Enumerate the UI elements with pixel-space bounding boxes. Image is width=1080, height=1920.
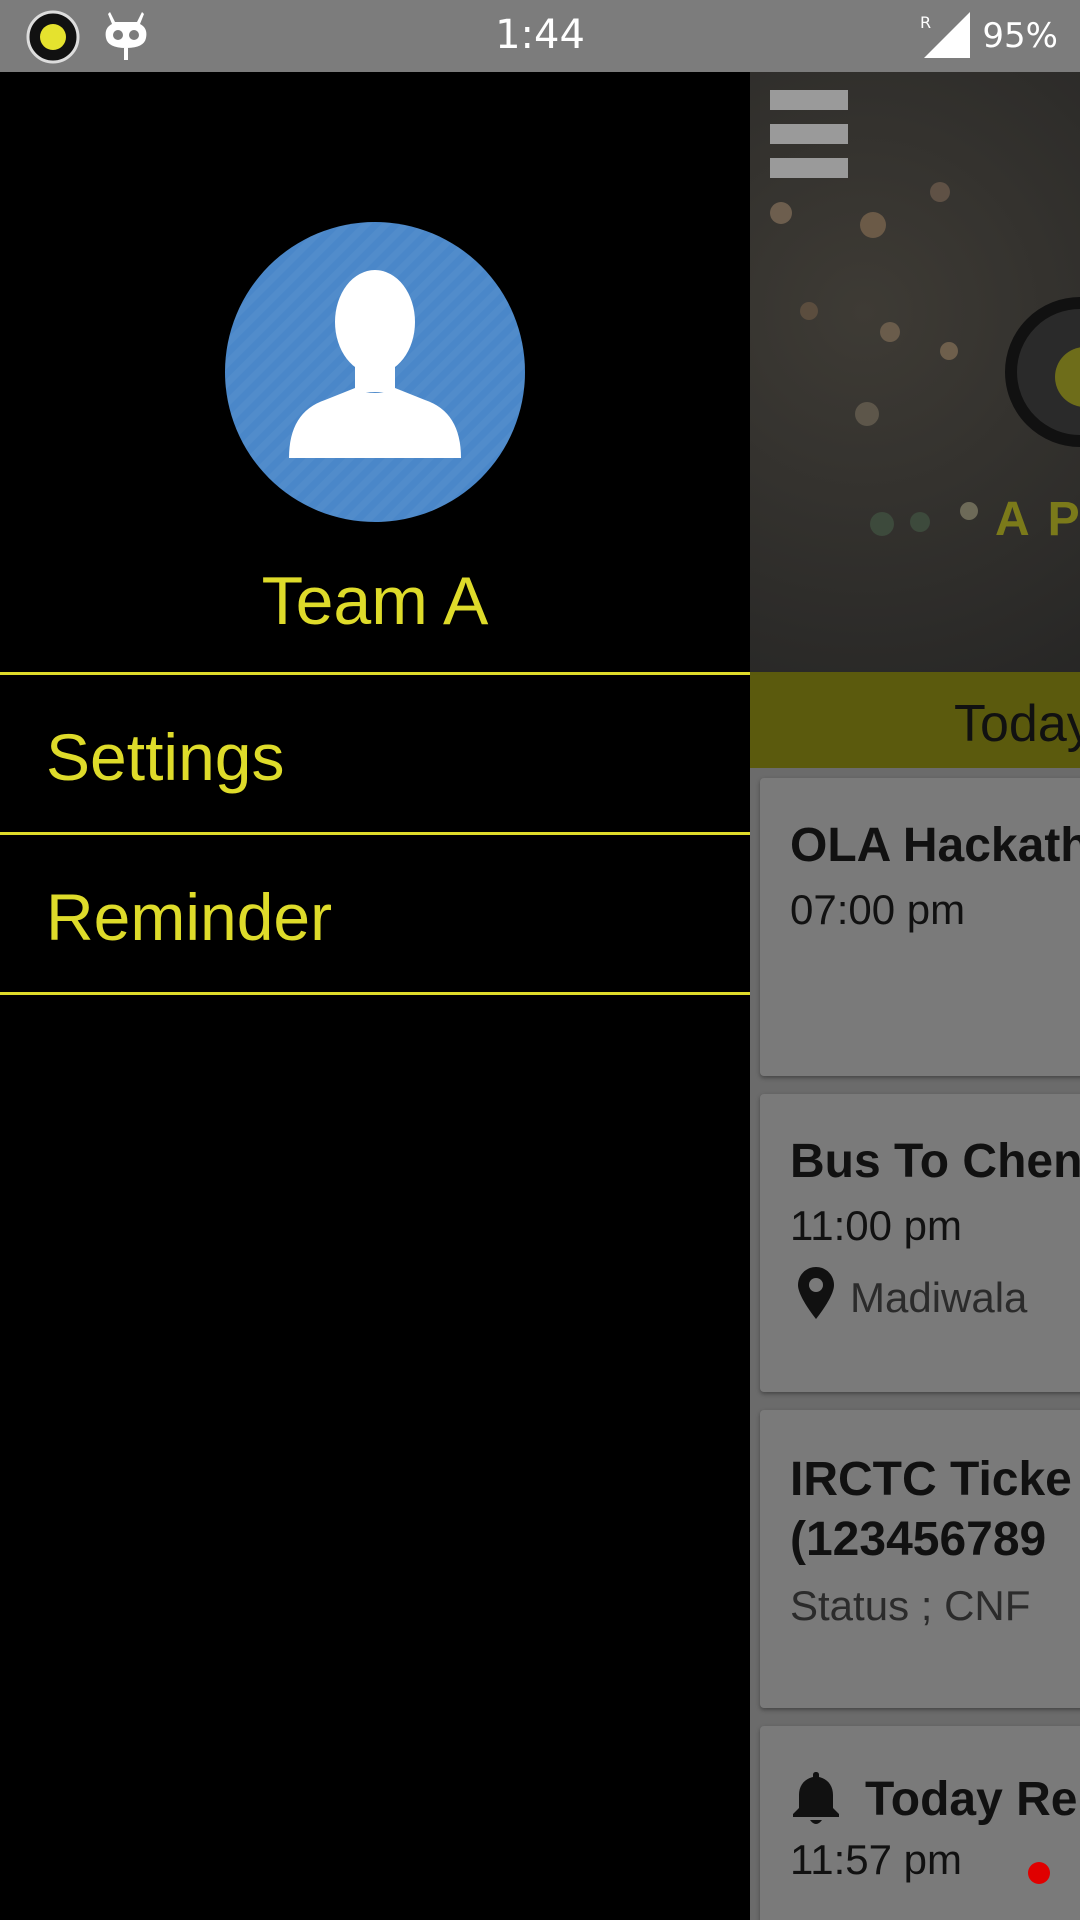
reminder-time: 11:57 pm (790, 1836, 962, 1883)
reminder-title: Today Re (865, 1773, 1078, 1826)
location-pin-icon (798, 1267, 834, 1319)
event-title: IRCTC Ticke (790, 1453, 1072, 1506)
event-time: 07:00 pm (790, 886, 966, 933)
event-card[interactable]: Bus To Chen 11:00 pm Madiwala (760, 1094, 1080, 1392)
hero-text: AP (995, 493, 1080, 546)
event-time: 11:00 pm (790, 1202, 962, 1249)
divider (0, 992, 750, 995)
drawer-item-label: Reminder (46, 880, 333, 954)
battery-percent: 95% (982, 16, 1058, 56)
navigation-drawer: Team A Settings Reminder (0, 72, 750, 1920)
status-bar: 1:44 R 95% (0, 0, 1080, 72)
event-location: Madiwala (850, 1274, 1028, 1321)
user-silhouette-icon (225, 222, 525, 522)
reminder-card[interactable]: Today Re 11:57 pm (760, 1726, 1080, 1920)
bell-icon (793, 1772, 839, 1824)
signal-icon: R (920, 12, 970, 58)
event-title: Bus To Chen (790, 1135, 1080, 1188)
event-card[interactable]: IRCTC Ticke (123456789 Status ; CNF (760, 1410, 1080, 1708)
avatar[interactable] (225, 222, 525, 522)
roaming-indicator: R (920, 13, 931, 32)
event-subtitle: (123456789 (790, 1513, 1047, 1566)
app-logo (1005, 297, 1080, 447)
screen: 1:44 R 95% AP Tod (0, 0, 1080, 1920)
drawer-item-settings[interactable]: Settings (0, 675, 750, 832)
drawer-item-reminder[interactable]: Reminder (0, 835, 750, 992)
date-label: Today (954, 695, 1080, 753)
username: Team A (261, 563, 489, 639)
event-status: Status ; CNF (790, 1582, 1031, 1629)
event-card[interactable]: OLA Hackath 07:00 pm (760, 778, 1080, 1076)
event-title: OLA Hackath (790, 819, 1080, 872)
drawer-item-label: Settings (46, 720, 285, 794)
menu-button[interactable] (770, 90, 848, 178)
status-dot (1028, 1862, 1050, 1884)
